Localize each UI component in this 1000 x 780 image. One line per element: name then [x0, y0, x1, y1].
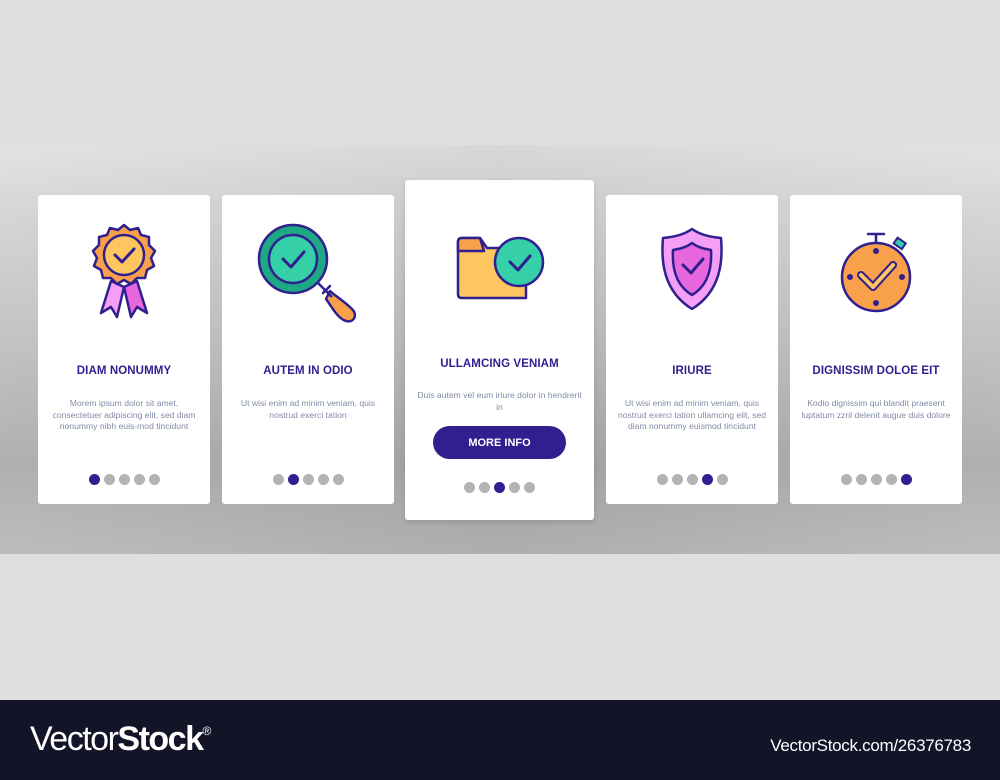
card-title: DIGNISSIM DOLOE EIT — [812, 365, 940, 377]
page-dot-3[interactable] — [494, 482, 505, 493]
watermark-footer: VectorStock® VectorStock.com/26376783 — [0, 700, 1000, 780]
page-dot-4[interactable] — [133, 474, 145, 485]
page-dot-2[interactable] — [855, 474, 867, 485]
award-ribbon-check-icon — [38, 221, 210, 331]
page-dot-5[interactable] — [332, 474, 344, 485]
page-dot-2[interactable] — [671, 474, 683, 485]
page-dot-3[interactable] — [118, 474, 130, 485]
page-dot-5[interactable] — [716, 474, 728, 485]
onboarding-card-2: AUTEM IN ODIO Ut wisi enim ad minim veni… — [222, 195, 394, 504]
card-description: Morem ipsum dolor sit amet, consectetuer… — [52, 398, 196, 432]
onboarding-card-1: DIAM NONUMMY Morem ipsum dolor sit amet,… — [38, 195, 210, 504]
page-dot-2[interactable] — [479, 482, 490, 493]
card-title: AUTEM IN ODIO — [263, 365, 353, 377]
page-dot-3[interactable] — [686, 474, 698, 485]
card-title: DIAM NONUMMY — [76, 365, 172, 377]
logo-light-text: Vector — [30, 720, 119, 758]
pagination-dots — [222, 474, 394, 485]
magnifier-check-icon — [222, 221, 394, 331]
card-description: Kodio dignissim qui blandit praesent lup… — [801, 398, 951, 420]
card-description: Ut wisi enim ad minim veniam, quis nostr… — [240, 398, 376, 420]
page-dot-5[interactable] — [148, 474, 160, 485]
page-dot-1[interactable] — [88, 474, 100, 485]
page-dot-4[interactable] — [701, 474, 713, 485]
page-dot-3[interactable] — [302, 474, 314, 485]
registered-mark: ® — [202, 724, 212, 738]
page-dot-3[interactable] — [870, 474, 882, 485]
card-title: IRIURE — [672, 365, 712, 377]
page-dot-4[interactable] — [317, 474, 329, 485]
image-id-text: VectorStock.com/26376783 — [770, 736, 971, 755]
pagination-dots — [606, 474, 778, 485]
page-dot-1[interactable] — [840, 474, 852, 485]
card-description: Ut wisi enim ad minim veniam, quis nostr… — [617, 398, 767, 432]
page-dot-1[interactable] — [656, 474, 668, 485]
page-dot-4[interactable] — [509, 482, 520, 493]
onboarding-card-5: DIGNISSIM DOLOE EIT Kodio dignissim qui … — [790, 195, 962, 504]
pagination-dots — [405, 482, 594, 493]
pagination-dots — [38, 474, 210, 485]
stopwatch-check-icon — [790, 221, 962, 331]
onboarding-card-4: IRIURE Ut wisi enim ad minim veniam, qui… — [606, 195, 778, 504]
pagination-dots — [790, 474, 962, 485]
page-dot-5[interactable] — [524, 482, 535, 493]
card-description: Duis autem vel eum iriure dolor in hendr… — [417, 390, 582, 412]
page-dot-4[interactable] — [885, 474, 897, 485]
page-dot-2[interactable] — [103, 474, 115, 485]
page-dot-5[interactable] — [900, 474, 912, 485]
more-info-button[interactable]: MORE INFO — [433, 426, 566, 459]
page-dot-2[interactable] — [287, 474, 299, 485]
page-dot-1[interactable] — [272, 474, 284, 485]
onboarding-card-3: ULLAMCING VENIAM Duis autem vel eum iriu… — [405, 180, 594, 520]
logo-bold-text: Stock — [117, 720, 204, 758]
folder-check-icon — [405, 230, 594, 310]
card-title: ULLAMCING VENIAM — [440, 358, 559, 370]
shield-check-icon — [606, 221, 778, 331]
vectorstock-logo: VectorStock® — [30, 720, 211, 759]
page-dot-1[interactable] — [464, 482, 475, 493]
